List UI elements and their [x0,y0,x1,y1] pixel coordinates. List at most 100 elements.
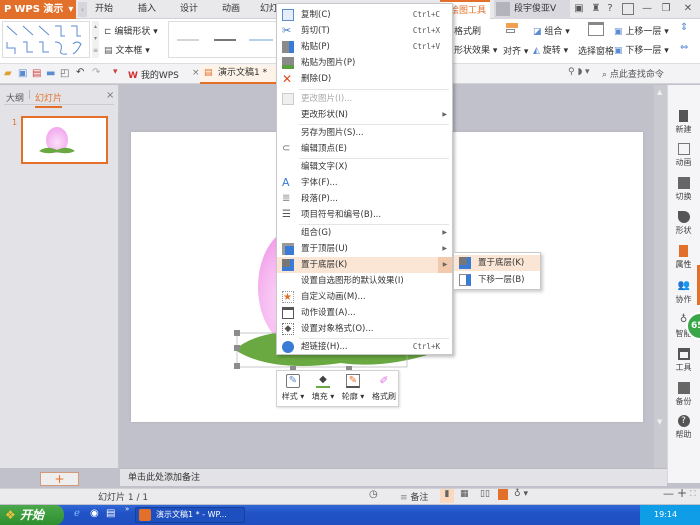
menu-item-action-settings[interactable]: 动作设置(A)... [277,305,452,321]
resize-handle[interactable] [234,363,240,369]
menu-item-hyperlink[interactable]: 超链接(H)... Ctrl+K [277,339,452,355]
restore-button[interactable]: ❐ [660,3,672,15]
menu-item-send-to-back[interactable]: 置于底层(K) ▶ [277,257,452,273]
align-button[interactable]: 对齐 ▾ [503,44,528,57]
shape-gallery[interactable] [2,21,90,58]
sidebar-item-help[interactable]: ? 帮助 [667,415,700,440]
size-icon[interactable]: ⇔ [680,42,688,53]
tab-scroll-left-button[interactable]: ‹ [78,2,87,17]
user-name[interactable]: 段宇俊亚V [514,0,556,19]
customize-qa-icon[interactable]: ▾ [113,67,118,77]
menu-item-edit-text[interactable]: 编辑文字(X) [277,159,452,175]
add-slide-button[interactable]: + [40,472,79,486]
tab-design[interactable]: 设计 [180,0,198,19]
redo-icon[interactable]: ↷ [92,67,100,78]
menu-item-save-as-image[interactable]: 另存为图片(S)... [277,125,452,141]
outline-button[interactable]: ✎ 轮廓 ▾ [338,371,368,408]
fill-button[interactable]: ◆ 填充 ▾ [308,371,338,408]
sidebar-item-animation[interactable]: 动画 [667,143,700,168]
notes-toggle-button[interactable]: ≡ 备注 [400,490,428,503]
normal-view-button[interactable]: ▮ [440,489,454,503]
menu-item-edit-points[interactable]: ⊂ 编辑顶点(E) [277,141,452,157]
sidebar-item-backup[interactable]: 备份 [667,382,700,407]
menu-item-paste[interactable]: 粘贴(P) Ctrl+V [277,39,452,55]
sidebar-item-properties[interactable]: 属性 [667,245,700,270]
app-menu-button[interactable]: P WPS 演示 ▾ [0,0,76,19]
slide-sorter-view-button[interactable]: ▦ [460,489,469,499]
command-search[interactable]: ⌕ 点此查找命令 [602,67,664,80]
menu-item-paste-as-image[interactable]: 粘贴为图片(P) [277,55,452,71]
menu-item-group[interactable]: 组合(G) ▶ [277,225,452,241]
my-wps-tab[interactable]: W 我的WPS [128,68,179,81]
menu-item-copy[interactable]: 复制(C) Ctrl+C [277,7,452,23]
tab-animation[interactable]: 动画 [222,0,240,19]
help-icon[interactable]: ? [604,3,616,15]
minimize-button[interactable]: — [641,3,653,15]
menu-item-font[interactable]: A 字体(F)... [277,175,452,191]
menu-item-delete[interactable]: ✕ 删除(D) [277,71,452,87]
ie-icon[interactable]: ℯ [74,508,80,519]
tool-icons[interactable]: ⚲ ◗ ▾ [568,67,590,77]
shape-effects-button[interactable]: 形状效果 ▾ [454,43,497,56]
send-backward-button[interactable]: ▣ 下移一层 ▾ [614,43,669,56]
export-pdf-icon[interactable]: ▤ [32,68,41,79]
skin-icon[interactable]: ▣ [573,3,585,15]
sidebar-item-shape[interactable]: 形状 [667,211,700,236]
group-button[interactable]: ◪ 组合 ▾ [533,24,570,37]
quicklaunch-expand[interactable]: » [125,505,129,513]
format-painter-button[interactable]: 格式刷 [454,24,481,37]
rotate-button[interactable]: ◭ 旋转 ▾ [533,43,568,56]
close-my-wps-tab[interactable]: × [192,68,200,78]
start-button[interactable]: ❖ 开始 [0,505,64,525]
slideshow-button[interactable] [498,489,508,500]
zoom-in-button[interactable]: + [677,486,687,500]
gallery-scroll[interactable]: ▴ ▾ ≡ [92,21,99,58]
close-button[interactable]: ✕ [682,3,694,15]
reading-view-button[interactable]: ▯▯ [480,489,490,499]
ribbon-toggle-icon[interactable] [622,3,634,15]
menu-item-set-default-effect[interactable]: 设置自选图形的默认效果(I) [277,273,452,289]
zoom-out-button[interactable]: — [663,487,674,500]
tab-slides[interactable]: 幻灯片 [35,91,63,108]
slide-thumbnail[interactable] [21,116,108,164]
style-button[interactable]: ✎ 样式 ▾ [278,371,308,408]
resize-handle[interactable] [234,330,240,336]
line-style-gallery[interactable] [168,21,278,58]
sidebar-item-new[interactable]: 新建 [667,110,700,135]
selection-pane-button[interactable]: 选择窗格 [578,44,614,57]
media-icon[interactable]: ◉ [90,508,99,519]
document-tab[interactable]: ▤ 演示文稿1 * [200,65,276,84]
menu-item-format-object[interactable]: ◆ 设置对象格式(O)... [277,321,452,337]
sidebar-item-transition[interactable]: 切换 [667,177,700,202]
menu-item-custom-animation[interactable]: ★ 自定义动画(M)... [277,289,452,305]
scroll-down-arrow[interactable]: ▼ [657,418,662,426]
distribute-icon[interactable]: ⇕ [680,22,688,33]
menu-item-bullets[interactable]: ☰ 项目符号和编号(B)... [277,207,452,223]
sidebar-item-tools[interactable]: 工具 [667,348,700,373]
presenter-tools-button[interactable]: ♁ ▾ [514,489,528,499]
menu-item-bring-to-front[interactable]: 置于顶层(U) ▶ [277,241,452,257]
desktop-icon[interactable]: ▤ [106,508,115,519]
save-icon[interactable]: ▣ [18,68,27,79]
vertical-scrollbar[interactable] [654,85,667,468]
history-icon[interactable]: ◷ [369,489,378,500]
close-panel-icon[interactable]: × [106,90,114,101]
fit-window-button[interactable]: ⛶ [690,489,696,499]
tab-insert[interactable]: 插入 [138,0,156,19]
avatar[interactable] [496,2,510,16]
menu-item-change-shape[interactable]: 更改形状(N) ▶ [277,107,452,123]
submenu-item-send-to-back[interactable]: 置于底层(K) [454,255,540,271]
tab-outline[interactable]: 大纲 [6,91,24,104]
format-painter-float-button[interactable]: ✐ 格式刷 [369,371,399,408]
undo-icon[interactable]: ↶ [76,67,84,78]
print-preview-icon[interactable]: ◰ [60,68,69,79]
resize-handle[interactable] [234,345,240,351]
open-icon[interactable]: ▰ [4,68,12,79]
sidebar-item-collaborate[interactable]: 👥 协作 [667,280,700,305]
shirt-icon[interactable]: ♜ [590,3,602,15]
scroll-up-arrow[interactable]: ▲ [657,88,662,96]
print-icon[interactable]: ▬ [46,68,55,79]
edit-shape-button[interactable]: ⊏ 编辑形状 ▾ [104,24,158,37]
menu-item-cut[interactable]: ✂ 剪切(T) Ctrl+X [277,23,452,39]
bring-forward-button[interactable]: ▣ 上移一层 ▾ [614,24,669,37]
